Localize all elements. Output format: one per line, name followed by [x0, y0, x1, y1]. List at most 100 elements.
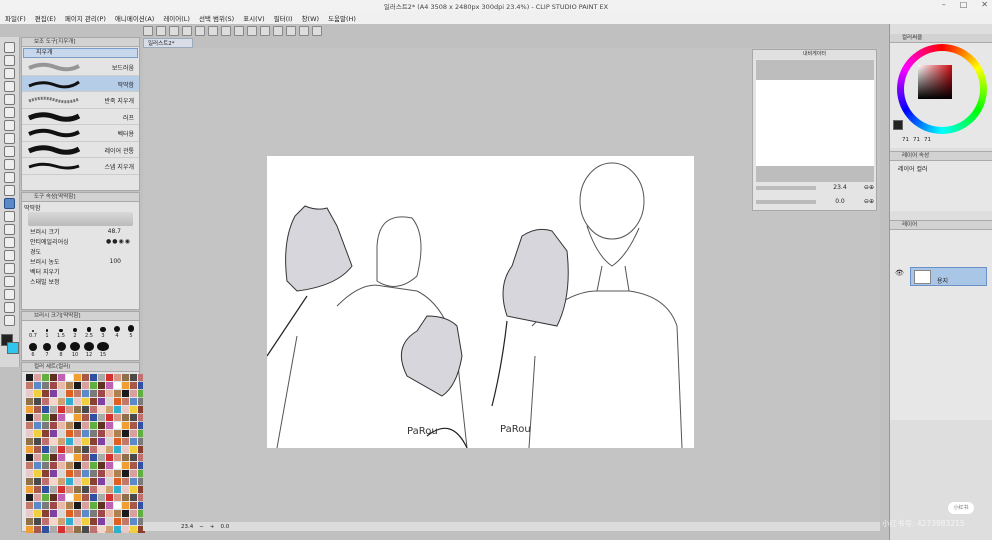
color-swatch[interactable]	[58, 406, 65, 413]
color-swatch[interactable]	[114, 502, 121, 509]
color-swatch[interactable]	[26, 374, 33, 381]
color-swatch[interactable]	[130, 470, 137, 477]
pencil-tool-icon[interactable]	[4, 146, 15, 157]
density-value[interactable]: 100	[110, 258, 121, 265]
color-swatch[interactable]	[130, 430, 137, 437]
color-swatch[interactable]	[58, 414, 65, 421]
color-swatch[interactable]	[122, 494, 129, 501]
color-swatch[interactable]	[34, 406, 41, 413]
brush-size-option[interactable]: 10	[68, 342, 82, 358]
more-row[interactable]: 스태빌 보정	[22, 276, 139, 286]
color-swatch[interactable]	[106, 478, 113, 485]
color-swatch[interactable]	[66, 454, 73, 461]
color-swatch[interactable]	[114, 494, 121, 501]
color-swatch[interactable]	[122, 526, 129, 533]
color-swatch[interactable]	[26, 382, 33, 389]
color-swatch[interactable]	[82, 470, 89, 477]
color-swatch[interactable]	[106, 438, 113, 445]
correct-line-tool-icon[interactable]	[4, 315, 15, 326]
color-swatch[interactable]	[26, 470, 33, 477]
color-swatch[interactable]	[90, 390, 97, 397]
color-swatch[interactable]	[34, 382, 41, 389]
color-swatch[interactable]	[106, 422, 113, 429]
subtool-item[interactable]: 반죽 지우개	[22, 92, 139, 109]
navigator-view[interactable]	[756, 60, 874, 182]
color-swatch[interactable]	[114, 462, 121, 469]
color-swatch[interactable]	[82, 398, 89, 405]
color-swatch[interactable]	[50, 526, 57, 533]
color-swatch[interactable]	[130, 414, 137, 421]
brush-size-row[interactable]: 브러시 크기 48.7	[22, 226, 139, 236]
menu-view[interactable]: 표시(V)	[243, 13, 264, 23]
home-icon[interactable]	[143, 26, 153, 36]
color-swatch[interactable]	[66, 486, 73, 493]
color-swatch[interactable]	[74, 526, 81, 533]
color-swatch[interactable]	[98, 398, 105, 405]
color-swatch[interactable]	[74, 398, 81, 405]
color-swatch[interactable]	[122, 470, 129, 477]
pen-tool-icon[interactable]	[4, 133, 15, 144]
color-swatch[interactable]	[50, 454, 57, 461]
color-swatch[interactable]	[66, 430, 73, 437]
color-swatch[interactable]	[82, 478, 89, 485]
color-swatch[interactable]	[74, 406, 81, 413]
color-swatch[interactable]	[42, 478, 49, 485]
menu-edit[interactable]: 편집(E)	[35, 13, 56, 23]
color-swatch[interactable]	[90, 526, 97, 533]
brush-size-option[interactable]: 5	[124, 323, 138, 339]
maximize-icon[interactable]: □	[960, 0, 968, 9]
color-swatch[interactable]	[90, 470, 97, 477]
color-swatch[interactable]	[90, 422, 97, 429]
color-swatch[interactable]	[82, 486, 89, 493]
color-swatch[interactable]	[58, 470, 65, 477]
color-swatch[interactable]	[90, 374, 97, 381]
color-swatch[interactable]	[74, 390, 81, 397]
color-swatch[interactable]	[42, 422, 49, 429]
frame-tool-icon[interactable]	[4, 263, 15, 274]
color-swatch[interactable]	[114, 438, 121, 445]
color-swatch[interactable]	[98, 430, 105, 437]
color-swatch[interactable]	[98, 526, 105, 533]
color-swatch[interactable]	[82, 390, 89, 397]
vector-eraser-row[interactable]: 벡터 지우기	[22, 266, 139, 276]
color-swatch[interactable]	[82, 454, 89, 461]
gradient-tool-icon[interactable]	[4, 237, 15, 248]
sub-color-swatch[interactable]	[7, 342, 19, 354]
color-swatch[interactable]	[90, 502, 97, 509]
balloon-tool-icon[interactable]	[4, 302, 15, 313]
density-row[interactable]: 브러시 농도 100	[22, 256, 139, 266]
antialias-options[interactable]: ●●◉◉	[106, 238, 131, 245]
brush-size-option[interactable]: 12	[82, 342, 96, 358]
status-zoom[interactable]: 23.4	[181, 524, 193, 530]
color-swatch[interactable]	[50, 510, 57, 517]
canvas-tab[interactable]: 일러스트2*	[143, 38, 193, 48]
color-swatch[interactable]	[74, 478, 81, 485]
navigator-zoom-buttons[interactable]: ⊖⊕	[864, 184, 874, 191]
color-swatch[interactable]	[74, 454, 81, 461]
color-swatch[interactable]	[26, 518, 33, 525]
snap-ruler-icon[interactable]	[273, 26, 283, 36]
color-swatch[interactable]	[50, 478, 57, 485]
subtool-item[interactable]: 레이어 관통	[22, 142, 139, 158]
color-swatch[interactable]	[114, 414, 121, 421]
color-swatch[interactable]	[130, 438, 137, 445]
color-swatch[interactable]	[90, 406, 97, 413]
color-swatch[interactable]	[74, 518, 81, 525]
color-swatch[interactable]	[66, 414, 73, 421]
color-swatch[interactable]	[26, 526, 33, 533]
color-swatch[interactable]	[66, 494, 73, 501]
color-swatch[interactable]	[50, 494, 57, 501]
color-swatch[interactable]	[26, 502, 33, 509]
color-swatch[interactable]	[114, 398, 121, 405]
color-swatch[interactable]	[74, 510, 81, 517]
undo-icon[interactable]	[195, 26, 205, 36]
color-swatch[interactable]	[42, 494, 49, 501]
minimize-icon[interactable]: –	[942, 0, 946, 9]
color-swatch[interactable]	[130, 510, 137, 517]
color-swatch[interactable]	[34, 430, 41, 437]
color-swatch[interactable]	[58, 438, 65, 445]
rgb-b[interactable]: 71	[924, 137, 931, 143]
color-swatch[interactable]	[26, 454, 33, 461]
brush-size-option[interactable]: 1	[40, 323, 54, 339]
color-swatch[interactable]	[34, 502, 41, 509]
